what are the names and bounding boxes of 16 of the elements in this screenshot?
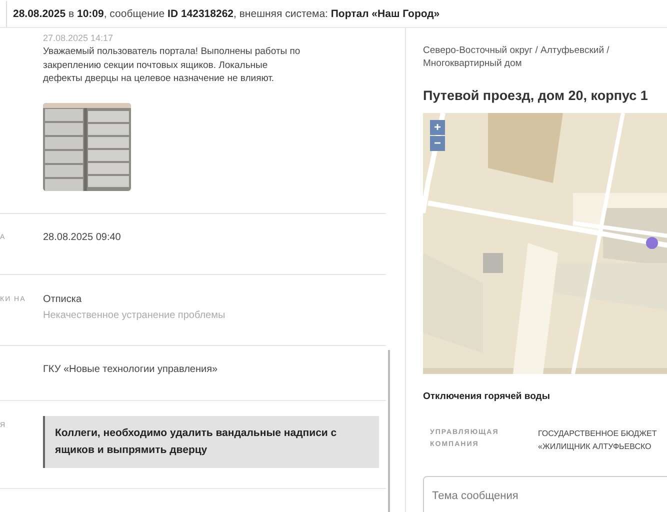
reason-value: Отписка: [43, 294, 83, 305]
field-value: ГКУ «Новые технологии управления»: [43, 364, 218, 375]
section-title: Отключения горячей воды: [423, 391, 551, 402]
message-text: Уважаемый пользователь портала! Выполнены работы по закреплению секции почтовых ящиков. Локальные дефекты дверцы на целевое назначение не влияют.: [43, 45, 302, 86]
zoom-out-button[interactable]: −: [430, 136, 445, 151]
message-date: 27.08.2025 14:17: [43, 33, 114, 43]
subject-field[interactable]: Тема сообщения: [423, 476, 667, 512]
zoom-in-button[interactable]: +: [430, 120, 445, 135]
breadcrumb: Северо-Восточный округ / Алтуфьевский / Многоквартирный дом: [423, 44, 610, 70]
scrollbar[interactable]: [388, 350, 390, 512]
reason-note: Некачественное устранение проблемы: [43, 310, 226, 321]
address-title: Путевой проезд, дом 20, корпус 1: [423, 88, 649, 103]
comment-quote: Коллеги, необходимо удалить вандальные надписи с ящиков и выпрямить дверцу: [43, 416, 379, 468]
message-header: 28.08.2025 в 10:09, сообщение ID 142318262, внешняя система: Портал «Наш Город»: [6, 0, 440, 26]
company-name: ГОСУДАРСТВЕННОЕ БЮДЖЕТ «ЖИЛИЩНИК АЛТУФЬЕВСКО: [538, 428, 657, 453]
field-value: 28.08.2025 09:40: [43, 232, 121, 243]
